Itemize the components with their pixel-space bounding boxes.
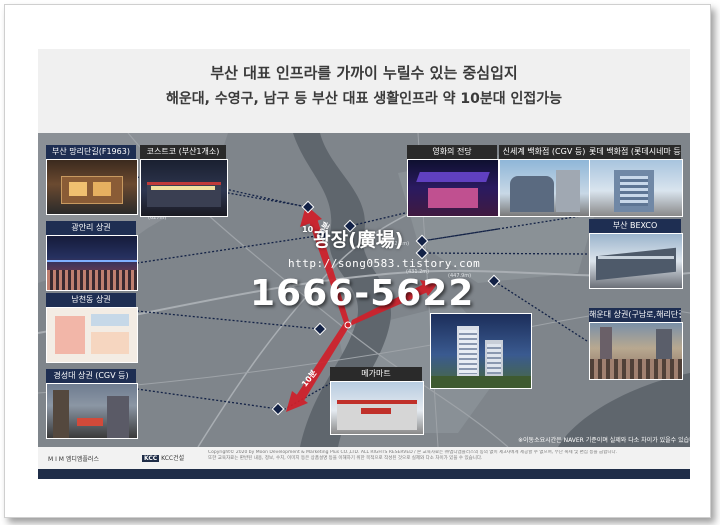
logo-kcc-box: KCC	[142, 455, 160, 462]
headline-title: 부산 대표 인프라를 가까이 누릴수 있는 중심입지	[210, 64, 518, 82]
photo-lotte	[589, 159, 683, 217]
copyright: Copyright© 2020 by Moon Development & Ma…	[208, 450, 686, 462]
label-mangridan: 부산 망리단길(F1963)	[46, 145, 136, 159]
label-kyungsung: 경성대 상권 (CGV 등)	[46, 369, 136, 383]
header: 부산 대표 인프라를 가까이 누릴수 있는 중심입지 해운대, 수영구, 남구 …	[38, 49, 690, 133]
disclaimer: ※이동소요시간은 NAVER 기준이며 실제와 다소 차이가 있을수 있습니다.	[518, 437, 690, 444]
label-namcheon: 남천동 상권	[46, 293, 136, 307]
photo-haeundae	[589, 322, 683, 380]
bottom-bar	[38, 469, 690, 479]
label-gwangalli: 광안리 상권	[46, 221, 136, 235]
label-shinsegae: 신세계 백화점 (CGV 등)	[499, 145, 589, 159]
photo-costco	[140, 159, 228, 217]
label-cinema-center: 영화의 전당	[407, 145, 497, 159]
location-map: (452.1m) (447.9m) (431.2m) (627m) 부산 망리단…	[38, 133, 690, 447]
label-costco: 코스트코 (부산1개소)	[140, 145, 226, 159]
logo-mim: M I M 엠디엠플러스	[48, 456, 99, 463]
watermark-url: http://song0583.tistory.com	[288, 257, 481, 270]
photo-site-rendering	[430, 313, 532, 389]
headline-subtitle: 해운대, 수영구, 남구 등 부산 대표 생활인프라 약 10분대 인접가능	[166, 91, 562, 107]
photo-shinsegae	[499, 159, 591, 217]
logo-kcc: KCC KCC건설	[142, 453, 184, 462]
label-haeundae: 해운대 상권(구남로,해리단길)	[589, 308, 681, 322]
photo-cinema-center	[407, 159, 499, 217]
photo-gwangalli	[46, 235, 138, 291]
footer: M I M 엠디엠플러스 KCC KCC건설 Copyright© 2020 b…	[38, 447, 690, 469]
image-frame: 부산 대표 인프라를 가까이 누릴수 있는 중심입지 해운대, 수영구, 남구 …	[4, 4, 711, 518]
photo-megamart	[330, 381, 424, 435]
watermark-name: 10광장(廣場)	[302, 225, 403, 252]
photo-kyungsung	[46, 383, 138, 439]
photo-mangridan	[46, 159, 138, 215]
label-bexco: 부산 BEXCO	[589, 219, 681, 233]
label-lotte: 롯데 백화점 (롯데시네마 등)	[589, 145, 681, 159]
photo-namcheon	[46, 307, 138, 363]
photo-bexco	[589, 233, 683, 289]
infographic-card: 부산 대표 인프라를 가까이 누릴수 있는 중심입지 해운대, 수영구, 남구 …	[38, 49, 690, 479]
watermark-super: 10	[302, 225, 314, 234]
watermark-name-text: 광장(廣場)	[313, 229, 404, 251]
watermark-phone: 1666-5622	[250, 273, 475, 314]
copyright-line-2: 또한 교육자료는 판반된 내용, 정보, 수치, 이미지 등은 상품설명 등을 …	[208, 456, 483, 461]
logo-kcc-text: KCC건설	[161, 455, 185, 462]
label-megamart: 메가마트	[330, 367, 422, 381]
